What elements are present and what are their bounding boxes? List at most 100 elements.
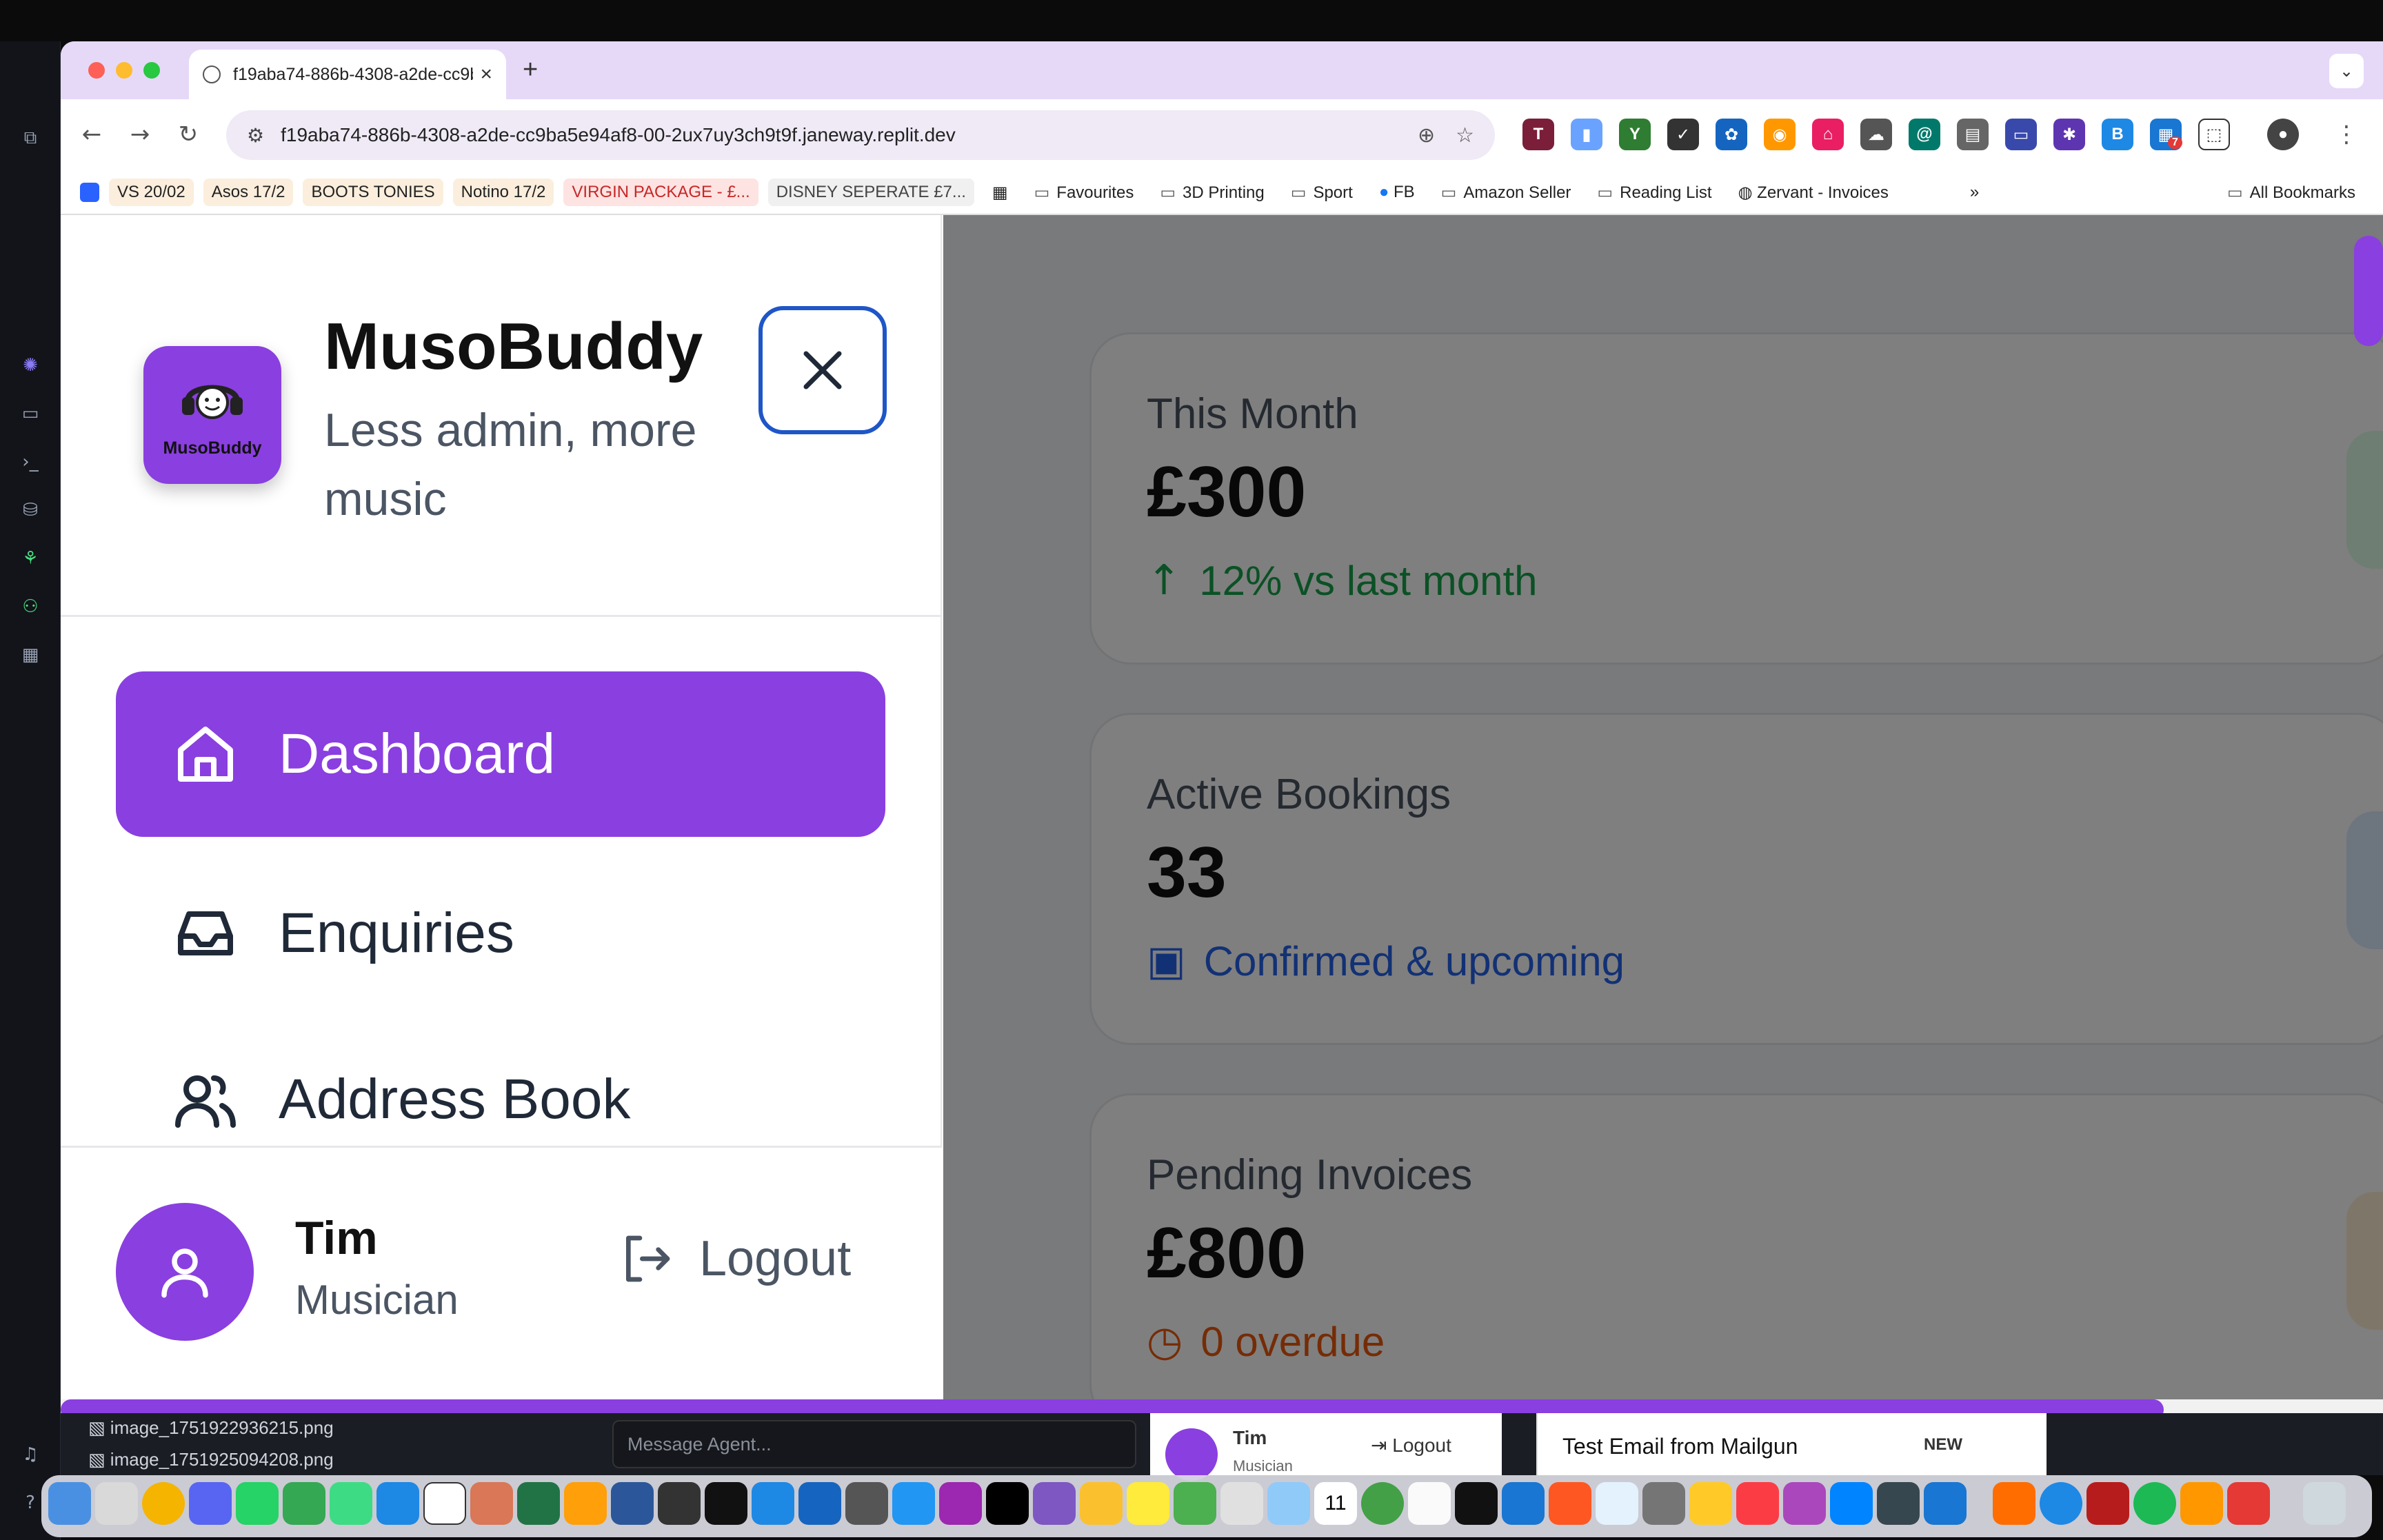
profile-avatar[interactable]: ●	[2267, 119, 2299, 150]
gear-extension-icon[interactable]: ✱	[2053, 119, 2085, 150]
facebook-bookmark[interactable]: ● FB	[1371, 179, 1423, 206]
teams-extension-icon[interactable]: ▦ 7	[2150, 119, 2182, 150]
bookmark-item[interactable]: VS 20/02	[109, 179, 194, 206]
tab-search-button[interactable]: ⌄	[2329, 54, 2364, 88]
zervant-bookmark[interactable]: ◍ Zervant - Invoices	[1730, 179, 1897, 207]
folder-extension-icon[interactable]: ▤	[1957, 119, 1989, 150]
more-bookmarks-button[interactable]: »	[1962, 179, 1987, 206]
red-stack-icon[interactable]	[2227, 1482, 2270, 1525]
close-sidebar-button[interactable]	[758, 306, 887, 434]
mail-icon[interactable]	[752, 1482, 794, 1525]
plant-extension-icon[interactable]: Y	[1619, 119, 1651, 150]
numbers-icon[interactable]	[283, 1482, 325, 1525]
trello-extension-icon[interactable]: T	[1522, 119, 1554, 150]
new-tab-button[interactable]: +	[523, 55, 538, 85]
notes-icon[interactable]	[1127, 1482, 1169, 1525]
slack-icon[interactable]	[1220, 1482, 1263, 1525]
bookmark-folder[interactable]: 3D Printing	[1152, 179, 1272, 207]
tamil-app-icon[interactable]	[2180, 1482, 2223, 1525]
check-extension-icon[interactable]: ✓	[1667, 119, 1699, 150]
whatsapp-icon[interactable]	[236, 1482, 279, 1525]
word-icon[interactable]	[611, 1482, 654, 1525]
terminal-icon[interactable]: ›_	[17, 448, 44, 476]
orange-extension-icon[interactable]: ◉	[1764, 119, 1796, 150]
vertical-scrollbar[interactable]	[2354, 236, 2383, 346]
photos-icon[interactable]	[1080, 1482, 1123, 1525]
blue-extension-icon[interactable]: ✿	[1716, 119, 1747, 150]
minimize-window-button[interactable]	[116, 62, 132, 79]
more-menu-icon[interactable]: ⋮	[2329, 117, 2364, 152]
excel-icon[interactable]	[517, 1482, 560, 1525]
terminal-app-icon[interactable]	[705, 1482, 747, 1525]
bookmark-item[interactable]: BOOTS TONIES	[303, 179, 443, 206]
affinity-icon[interactable]	[1033, 1482, 1076, 1525]
cloud-download-icon[interactable]: ☁	[1860, 119, 1892, 150]
browser-tab[interactable]: f19aba74-886b-4308-a2de-cc9ba5e94af8-00-…	[189, 50, 506, 99]
maps-icon[interactable]	[1267, 1482, 1310, 1525]
bookmark-folder[interactable]: Reading List	[1589, 179, 1720, 207]
podcasts-icon[interactable]	[939, 1482, 982, 1525]
network-icon[interactable]: ⚘	[17, 545, 44, 572]
bookmark-item[interactable]: Asos 17/2	[203, 179, 294, 206]
message-agent-input[interactable]: Message Agent...	[612, 1420, 1136, 1468]
iphone-mirroring-icon[interactable]	[1877, 1482, 1920, 1525]
logout-button[interactable]: ⇥ Logout	[1371, 1434, 1451, 1457]
site-settings-icon[interactable]: ⚙	[247, 124, 264, 147]
bookmark-item[interactable]: VIRGIN PACKAGE - £...	[563, 179, 758, 206]
bookmark-item[interactable]: DISNEY SEPERATE £7...	[767, 179, 974, 206]
blue-app-icon[interactable]	[1924, 1482, 1967, 1525]
reload-icon[interactable]: ↻	[171, 117, 205, 152]
close-tab-icon[interactable]: ×	[480, 63, 492, 86]
b-extension-icon[interactable]: B	[2102, 119, 2133, 150]
messages-icon[interactable]	[330, 1482, 372, 1525]
logout-button[interactable]: Logout	[619, 1230, 851, 1287]
card-extension-icon[interactable]: ▭	[2005, 119, 2037, 150]
back-icon[interactable]: ←	[74, 117, 109, 152]
red-app-icon[interactable]	[1549, 1482, 1591, 1525]
chrome-icon[interactable]	[142, 1482, 185, 1525]
bell-icon[interactable]: ♫	[17, 1441, 44, 1468]
puzzle-extensions-icon[interactable]: ⬚	[2198, 119, 2230, 150]
file-item[interactable]: ▧ image_1751925094208.png	[88, 1449, 334, 1470]
info-app-icon[interactable]	[2040, 1482, 2082, 1525]
final-cut-icon[interactable]	[845, 1482, 888, 1525]
all-bookmarks-folder[interactable]: All Bookmarks	[2219, 179, 2364, 207]
tab-groups-icon[interactable]: ▦	[984, 179, 1016, 207]
forward-icon[interactable]: →	[123, 117, 157, 152]
discord-icon[interactable]	[189, 1482, 232, 1525]
bookmark-folder[interactable]: Amazon Seller	[1433, 179, 1580, 207]
nav-dashboard[interactable]: Dashboard	[116, 671, 885, 837]
apps-grid-icon[interactable]: ▦	[17, 641, 44, 669]
messenger-icon[interactable]	[1830, 1482, 1873, 1525]
bookmark-star-icon[interactable]: ☆	[1456, 123, 1474, 148]
zoom-icon[interactable]: ⊕	[1418, 123, 1435, 148]
bookmark-folder[interactable]: Favourites	[1026, 179, 1143, 207]
file-item[interactable]: ▧ image_1751922936215.png	[88, 1417, 334, 1439]
user-check-icon[interactable]: ⚇	[17, 593, 44, 620]
nav-address-book[interactable]: Address Book	[116, 1030, 885, 1146]
app-icon[interactable]	[658, 1482, 701, 1525]
database-icon[interactable]: ⛁	[17, 496, 44, 524]
maximize-window-button[interactable]	[143, 62, 160, 79]
claude-icon[interactable]	[470, 1482, 513, 1525]
bookmark-item[interactable]: Notino 17/2	[452, 179, 554, 206]
trash-icon[interactable]	[2303, 1482, 2346, 1525]
finder-icon[interactable]	[48, 1482, 91, 1525]
facetime-icon[interactable]	[1174, 1482, 1216, 1525]
trade-republic-icon[interactable]	[986, 1482, 1029, 1525]
apps-square-icon[interactable]	[80, 183, 99, 202]
at-extension-icon[interactable]: @	[1909, 119, 1940, 150]
close-window-button[interactable]	[88, 62, 105, 79]
launchpad-icon[interactable]	[95, 1482, 138, 1525]
system-settings-icon[interactable]	[1642, 1482, 1685, 1525]
bookmark-folder[interactable]: Sport	[1283, 179, 1361, 207]
calendar-app-icon[interactable]: 11	[1314, 1482, 1357, 1525]
nav-enquiries[interactable]: Enquiries	[116, 851, 885, 1016]
spotify-icon[interactable]	[2133, 1482, 2176, 1525]
home-extension-icon[interactable]: ⌂	[1812, 119, 1844, 150]
app-store-icon[interactable]	[798, 1482, 841, 1525]
find-my-icon[interactable]	[1361, 1482, 1404, 1525]
help-icon[interactable]: ?	[17, 1489, 44, 1517]
monitor-icon[interactable]: ▭	[17, 400, 44, 427]
analytics-extension-icon[interactable]: ▮	[1571, 119, 1602, 150]
